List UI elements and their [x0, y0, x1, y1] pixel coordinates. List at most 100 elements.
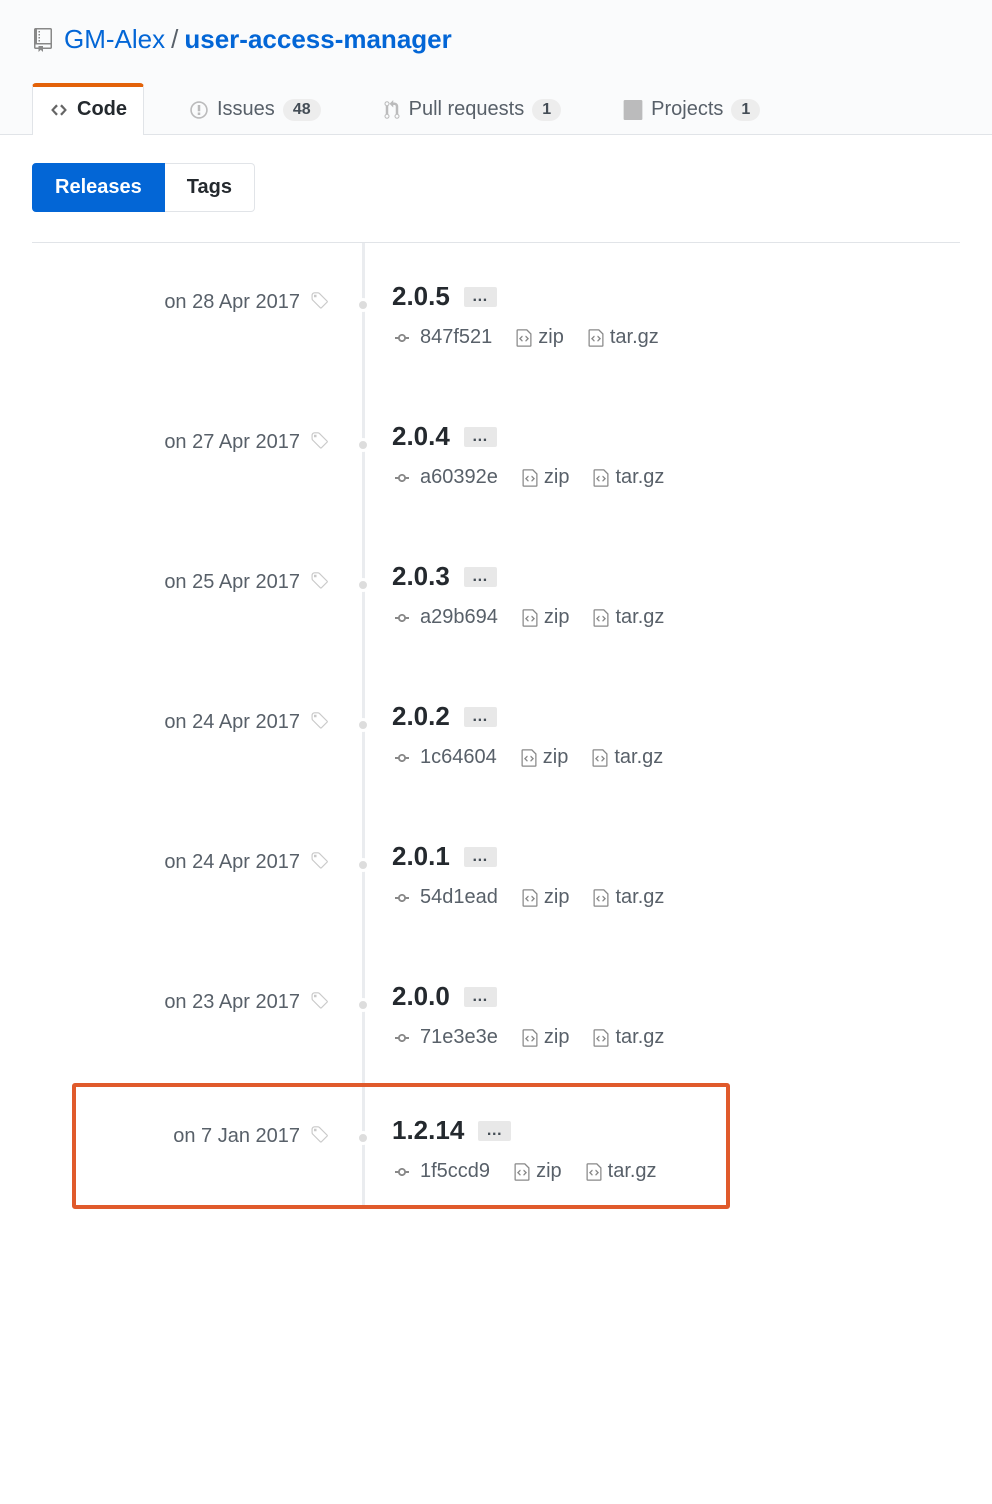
project-icon	[623, 100, 643, 120]
targz-label: tar.gz	[615, 606, 664, 629]
release-meta: 847f521 zip tar.gz	[392, 326, 960, 349]
download-targz[interactable]: tar.gz	[593, 606, 664, 629]
download-zip[interactable]: zip	[521, 746, 569, 769]
tab-projects[interactable]: Projects1	[606, 83, 777, 135]
tag-icon	[310, 431, 328, 451]
release-version[interactable]: 2.0.5	[392, 281, 450, 312]
download-zip[interactable]: zip	[522, 466, 570, 489]
release-date: on 25 Apr 2017	[164, 571, 300, 594]
release-version-row: 2.0.3 …	[392, 561, 960, 592]
download-zip[interactable]: zip	[522, 886, 570, 909]
release-date-col: on 25 Apr 2017	[32, 561, 362, 629]
tag-icon	[310, 1125, 328, 1145]
tag-icon	[310, 571, 328, 591]
commit-link[interactable]: 54d1ead	[392, 886, 498, 909]
release-row: on 25 Apr 2017 2.0.3 … a29b694 zip tar.gz	[32, 523, 960, 663]
targz-label: tar.gz	[615, 466, 664, 489]
download-targz[interactable]: tar.gz	[593, 466, 664, 489]
download-targz[interactable]: tar.gz	[586, 1160, 657, 1183]
download-zip[interactable]: zip	[522, 606, 570, 629]
ellipsis-button[interactable]: …	[464, 287, 497, 307]
download-zip[interactable]: zip	[516, 326, 564, 349]
commit-sha: 54d1ead	[420, 886, 498, 909]
commit-link[interactable]: 847f521	[392, 326, 492, 349]
releases-tab[interactable]: Releases	[32, 163, 165, 212]
release-date-col: on 24 Apr 2017	[32, 701, 362, 769]
commit-link[interactable]: 71e3e3e	[392, 1026, 498, 1049]
release-meta: 1c64604 zip tar.gz	[392, 746, 960, 769]
download-targz[interactable]: tar.gz	[593, 1026, 664, 1049]
download-targz[interactable]: tar.gz	[593, 886, 664, 909]
release-body: 2.0.2 … 1c64604 zip tar.gz	[362, 701, 960, 769]
release-version[interactable]: 2.0.0	[392, 981, 450, 1012]
tag-icon	[310, 291, 328, 311]
ellipsis-button[interactable]: …	[478, 1121, 511, 1141]
release-body: 2.0.4 … a60392e zip tar.gz	[362, 421, 960, 489]
release-version[interactable]: 1.2.14	[392, 1115, 464, 1146]
subnav: Releases Tags	[32, 163, 960, 212]
ellipsis-button[interactable]: …	[464, 987, 497, 1007]
pr-icon	[383, 100, 401, 120]
commit-link[interactable]: 1f5ccd9	[392, 1160, 490, 1183]
release-version[interactable]: 2.0.1	[392, 841, 450, 872]
ellipsis-button[interactable]: …	[464, 847, 497, 867]
breadcrumb: GM-Alex / user-access-manager	[32, 24, 960, 55]
tab-code[interactable]: Code	[32, 83, 144, 135]
tag-icon	[310, 851, 328, 871]
release-body: 1.2.14 … 1f5ccd9 zip tar.gz	[362, 1115, 726, 1183]
timeline-dot	[356, 718, 370, 732]
download-zip[interactable]: zip	[514, 1160, 562, 1183]
release-body: 2.0.3 … a29b694 zip tar.gz	[362, 561, 960, 629]
timeline-dot	[356, 578, 370, 592]
timeline-dot	[356, 298, 370, 312]
tab-label: Issues	[217, 98, 275, 121]
release-body: 2.0.0 … 71e3e3e zip tar.gz	[362, 981, 960, 1049]
release-date: on 28 Apr 2017	[164, 291, 300, 314]
release-version-row: 2.0.0 …	[392, 981, 960, 1012]
release-row: on 7 Jan 2017 1.2.14 … 1f5ccd9 zip tar.gz	[72, 1083, 730, 1209]
release-body: 2.0.5 … 847f521 zip tar.gz	[362, 281, 960, 349]
release-version-row: 2.0.1 …	[392, 841, 960, 872]
ellipsis-button[interactable]: …	[464, 427, 497, 447]
release-meta: a29b694 zip tar.gz	[392, 606, 960, 629]
release-date: on 7 Jan 2017	[173, 1125, 300, 1148]
ellipsis-button[interactable]: …	[464, 707, 497, 727]
release-body: 2.0.1 … 54d1ead zip tar.gz	[362, 841, 960, 909]
release-version-row: 1.2.14 …	[392, 1115, 726, 1146]
download-zip[interactable]: zip	[522, 1026, 570, 1049]
tab-label: Pull requests	[409, 98, 525, 121]
commit-sha: 71e3e3e	[420, 1026, 498, 1049]
release-row: on 23 Apr 2017 2.0.0 … 71e3e3e zip tar.gz	[32, 943, 960, 1083]
release-date: on 24 Apr 2017	[164, 711, 300, 734]
targz-label: tar.gz	[608, 1160, 657, 1183]
commit-sha: 1c64604	[420, 746, 497, 769]
release-date-col: on 23 Apr 2017	[32, 981, 362, 1049]
zip-label: zip	[544, 466, 570, 489]
release-version[interactable]: 2.0.3	[392, 561, 450, 592]
targz-label: tar.gz	[615, 886, 664, 909]
download-targz[interactable]: tar.gz	[592, 746, 663, 769]
commit-sha: 1f5ccd9	[420, 1160, 490, 1183]
release-version[interactable]: 2.0.2	[392, 701, 450, 732]
download-targz[interactable]: tar.gz	[588, 326, 659, 349]
tab-pull-requests[interactable]: Pull requests1	[366, 83, 579, 135]
tab-issues[interactable]: Issues48	[172, 83, 338, 135]
commit-link[interactable]: 1c64604	[392, 746, 497, 769]
tags-tab[interactable]: Tags	[165, 163, 255, 212]
repo-link[interactable]: user-access-manager	[184, 24, 451, 55]
commit-sha: 847f521	[420, 326, 492, 349]
timeline-dot	[356, 438, 370, 452]
zip-label: zip	[543, 746, 569, 769]
code-icon	[49, 101, 69, 119]
breadcrumb-separator: /	[171, 24, 178, 55]
release-date-col: on 24 Apr 2017	[32, 841, 362, 909]
owner-link[interactable]: GM-Alex	[64, 24, 165, 55]
commit-sha: a29b694	[420, 606, 498, 629]
commit-link[interactable]: a29b694	[392, 606, 498, 629]
ellipsis-button[interactable]: …	[464, 567, 497, 587]
release-date: on 24 Apr 2017	[164, 851, 300, 874]
tab-counter: 1	[731, 99, 760, 121]
release-version[interactable]: 2.0.4	[392, 421, 450, 452]
targz-label: tar.gz	[614, 746, 663, 769]
commit-link[interactable]: a60392e	[392, 466, 498, 489]
